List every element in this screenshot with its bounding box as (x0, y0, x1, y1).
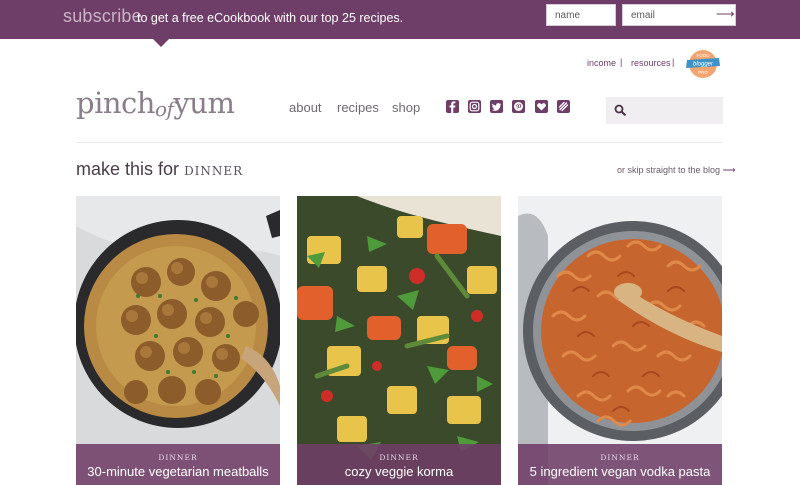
subscribe-notch (153, 39, 169, 47)
recipe-image-meatballs (76, 196, 280, 485)
header-divider (76, 142, 723, 143)
subscribe-description: to get a free eCookbook with our top 25 … (137, 11, 404, 25)
nav-shop[interactable]: shop (392, 100, 420, 115)
recipe-category: DINNER (379, 453, 419, 462)
search-icon[interactable] (614, 104, 626, 116)
instagram-icon[interactable] (468, 100, 481, 113)
section-heading: make this for DINNER (76, 159, 243, 180)
utility-separator: | (620, 57, 623, 67)
yummly-icon[interactable] (557, 100, 570, 113)
subscribe-heading: subscribe (63, 6, 142, 26)
recipe-title[interactable]: 30-minute vegetarian meatballs (76, 464, 280, 479)
recipe-category: DINNER (600, 453, 640, 462)
recipe-category: DINNER (158, 453, 198, 462)
logo-yum: yum (173, 86, 235, 120)
recipe-card-meatballs[interactable]: DINNER 30-minute vegetarian meatballs (76, 196, 280, 485)
recipe-image-korma (297, 196, 501, 485)
badge-line1: FOOD (697, 53, 711, 58)
nav-recipes[interactable]: recipes (337, 100, 379, 115)
food-blogger-pro-badge-icon[interactable]: FOOD blogger PRO (684, 49, 722, 79)
twitter-icon[interactable] (490, 100, 503, 113)
arrow-right-icon: ⟶ (722, 165, 736, 175)
submit-arrow-icon[interactable]: ⟶ (716, 6, 735, 22)
nav-about[interactable]: about (289, 100, 322, 115)
pinterest-icon[interactable] (512, 100, 525, 113)
recipe-caption: DINNER 5 ingredient vegan vodka pasta (518, 444, 722, 485)
skip-link-text: or skip straight to the blog (617, 165, 721, 175)
name-field[interactable] (546, 4, 616, 26)
subscribe-bar: subscribe to get a free eCookbook with o… (0, 0, 800, 47)
search-box[interactable] (606, 97, 723, 124)
logo-pinch: pinch (76, 86, 155, 120)
recipe-caption: DINNER 30-minute vegetarian meatballs (76, 444, 280, 485)
badge-line2: blogger (693, 62, 714, 68)
recipe-card-vodka-pasta[interactable]: DINNER 5 ingredient vegan vodka pasta (518, 196, 722, 485)
logo-of: of (154, 97, 174, 121)
resources-link[interactable]: resources (631, 58, 671, 68)
recipe-image-vodka-pasta (518, 196, 722, 485)
income-link[interactable]: income (587, 58, 616, 68)
badge-line3: PRO (698, 70, 708, 75)
utility-separator: | (672, 57, 675, 67)
recipe-title[interactable]: cozy veggie korma (297, 464, 501, 479)
recipe-card-korma[interactable]: DINNER cozy veggie korma (297, 196, 501, 485)
recipe-title[interactable]: 5 ingredient vegan vodka pasta (518, 464, 722, 479)
meal-selector[interactable]: DINNER (184, 164, 243, 178)
bloglovin-icon[interactable] (535, 100, 548, 113)
site-logo[interactable]: pinchofyum (76, 86, 235, 121)
recipe-caption: DINNER cozy veggie korma (297, 444, 501, 485)
skip-to-blog-link[interactable]: or skip straight to the blog ⟶ (617, 165, 735, 176)
facebook-icon[interactable] (446, 100, 459, 113)
section-lead: make this for (76, 159, 180, 179)
